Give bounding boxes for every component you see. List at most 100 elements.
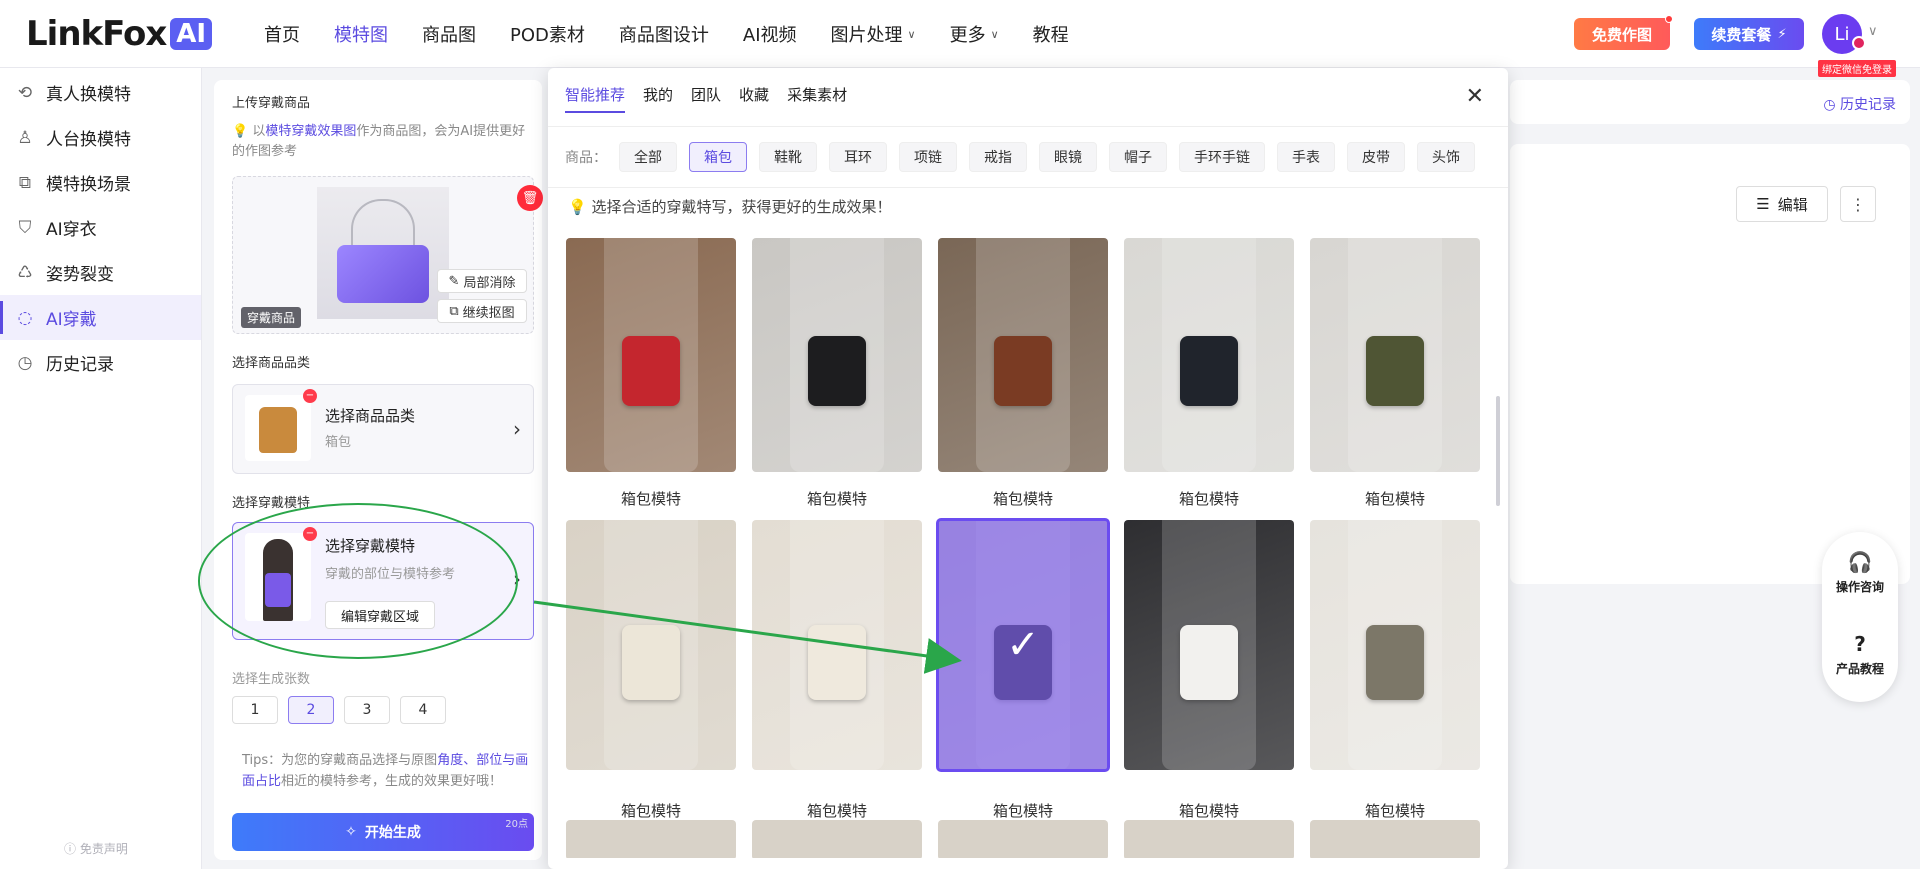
history-link[interactable]: ◷ 历史记录 [1823, 94, 1896, 114]
model-card-item[interactable]: 箱包模特 [938, 238, 1108, 512]
model-photo-partial[interactable] [752, 820, 922, 858]
filter-chip-1[interactable]: 箱包 [689, 142, 747, 172]
nav-item-2[interactable]: 商品图 [422, 21, 476, 47]
scrollbar[interactable] [1496, 396, 1500, 506]
model-photo-partial[interactable] [566, 820, 736, 858]
model-card-label: 箱包模特 [1364, 802, 1425, 820]
nav-item-5[interactable]: AI视频 [743, 21, 797, 47]
free-generate-button[interactable]: 免费作图 [1574, 15, 1673, 50]
count-option-2[interactable]: 2 [288, 696, 334, 724]
sidebar-item-1[interactable]: ♙ 人台换模特 [0, 115, 201, 160]
tab-3[interactable]: 收藏 [739, 84, 769, 113]
start-generate-button[interactable]: ✧ 开始生成 20点 [232, 813, 534, 851]
model-photo-partial[interactable] [1124, 820, 1294, 858]
filter-chip-10[interactable]: 皮带 [1347, 142, 1405, 172]
nav-item-8[interactable]: 教程 [1033, 21, 1069, 47]
wechat-bind-tag[interactable]: 绑定微信免登录 [1818, 60, 1896, 77]
more-options-button[interactable]: ⋮ [1840, 186, 1876, 222]
nav-label: 首页 [264, 25, 300, 46]
model-card-label: 箱包模特 [1178, 802, 1239, 820]
nav-item-6[interactable]: 图片处理 ∨ [831, 21, 916, 47]
partial-erase-button[interactable]: ✎ 局部消除 [437, 269, 527, 293]
tab-4[interactable]: 采集素材 [787, 84, 847, 113]
backpack-thumb-shape [259, 407, 297, 453]
lightbulb-icon: 💡 [232, 124, 249, 139]
mannequin-icon: ♙ [17, 127, 33, 148]
config-panel: 上传穿戴商品 💡 以模特穿戴效果图作为商品图，会为AI提供更好的作图参考 🗑 穿… [214, 80, 543, 860]
sidebar-item-4[interactable]: ♺ 姿势裂变 [0, 250, 201, 295]
filter-chip-9[interactable]: 手表 [1277, 142, 1335, 172]
model-photo-partial[interactable] [938, 820, 1108, 858]
model-card-item[interactable]: 箱包模特 [1310, 238, 1480, 512]
clock-icon: ◷ [1823, 97, 1836, 113]
edit-region-button[interactable]: 编辑穿戴区域 [325, 601, 435, 629]
lightning-icon: ⚡ [1777, 26, 1787, 42]
remove-model-icon[interactable]: − [303, 527, 317, 541]
model-card-item[interactable]: 箱包模特 [752, 238, 922, 512]
nav-item-1[interactable]: 模特图 [334, 21, 388, 47]
model-card-item[interactable]: 箱包模特 [1124, 238, 1294, 512]
filter-chip-7[interactable]: 帽子 [1109, 142, 1167, 172]
model-card[interactable]: − 选择穿戴模特 穿戴的部位与模特参考 › 编辑穿戴区域 [232, 522, 534, 640]
edit-button[interactable]: ☰ 编辑 [1736, 186, 1828, 222]
filter-label: 商品： [565, 150, 607, 166]
filter-chip-3[interactable]: 耳环 [829, 142, 887, 172]
logo[interactable]: LinkFox AI [26, 14, 213, 54]
model-photo [1310, 238, 1480, 472]
sidebar-item-2[interactable]: ⧉ 模特换场景 [0, 160, 201, 205]
sidebar-item-6[interactable]: ◷ 历史记录 [0, 340, 201, 385]
nav-item-7[interactable]: 更多 ∨ [950, 21, 999, 47]
chevron-down-icon[interactable]: ∨ [1868, 24, 1878, 39]
filter-chip-5[interactable]: 戒指 [969, 142, 1027, 172]
model-card-label: 箱包模特 [620, 490, 681, 508]
chevron-down-icon: ∨ [907, 27, 916, 41]
notification-dot [1665, 15, 1673, 23]
count-option-1[interactable]: 1 [232, 696, 278, 724]
filter-chip-2[interactable]: 鞋靴 [759, 142, 817, 172]
consult-button[interactable]: 🎧 操作咨询 [1822, 550, 1898, 595]
model-photo-partial[interactable] [1310, 820, 1480, 858]
continue-cutout-button[interactable]: ⧉ 继续抠图 [437, 299, 527, 323]
model-card-label: 箱包模特 [992, 802, 1053, 820]
hint-link[interactable]: 模特穿戴效果图 [265, 124, 356, 139]
model-photo [1124, 520, 1294, 770]
tab-2[interactable]: 团队 [691, 84, 721, 113]
nav-item-0[interactable]: 首页 [264, 21, 300, 47]
count-option-4[interactable]: 4 [400, 696, 446, 724]
sidebar-item-0[interactable]: ⟲ 真人换模特 [0, 70, 201, 115]
delete-icon[interactable]: 🗑 [517, 185, 543, 211]
start-generate-label: 开始生成 [364, 825, 421, 841]
sidebar-item-5[interactable]: ◌ AI穿戴 [0, 295, 201, 340]
sidebar-item-3[interactable]: ⛉ AI穿衣 [0, 205, 201, 250]
model-section-title: 选择穿戴模特 [232, 496, 311, 511]
model-card-item[interactable]: ✓ 箱包模特 [936, 518, 1110, 824]
filter-chip-6[interactable]: 眼镜 [1039, 142, 1097, 172]
sidebar-item-label: 历史记录 [46, 355, 114, 375]
close-icon[interactable]: ✕ [1466, 84, 1484, 109]
eraser-icon: ✎ [448, 273, 460, 289]
remove-category-icon[interactable]: − [303, 389, 317, 403]
model-card-item[interactable]: 箱包模特 [566, 520, 736, 824]
model-card-item[interactable]: 箱包模特 [1124, 520, 1294, 824]
filter-chip-4[interactable]: 项链 [899, 142, 957, 172]
tab-1[interactable]: 我的 [643, 84, 673, 113]
history-icon: ◷ [17, 352, 33, 373]
model-card-item[interactable]: 箱包模特 [752, 520, 922, 824]
tutorial-button[interactable]: ? 产品教程 [1822, 632, 1898, 677]
category-card[interactable]: − 选择商品品类 箱包 › [232, 384, 534, 474]
nav-item-4[interactable]: 商品图设计 [619, 21, 709, 47]
nav-item-3[interactable]: POD素材 [510, 21, 585, 47]
filter-chip-8[interactable]: 手环手链 [1179, 142, 1265, 172]
model-card-item[interactable]: 箱包模特 [1310, 520, 1480, 824]
renew-plan-button[interactable]: 续费套餐 ⚡ [1694, 18, 1804, 50]
tab-0[interactable]: 智能推荐 [565, 84, 626, 113]
filter-chip-11[interactable]: 头饰 [1417, 142, 1475, 172]
nav-label: 图片处理 [830, 25, 903, 46]
filter-chip-0[interactable]: 全部 [619, 142, 677, 172]
check-icon: ✓ [1006, 622, 1040, 668]
count-option-3[interactable]: 3 [344, 696, 390, 724]
model-card-item[interactable]: 箱包模特 [566, 238, 736, 512]
product-upload-box[interactable]: 🗑 穿戴商品 ✎ 局部消除 ⧉ 继续抠图 [232, 176, 543, 334]
model-card-label: 箱包模特 [806, 490, 867, 508]
disclaimer-link[interactable]: ⓘ 免责声明 [64, 840, 128, 857]
